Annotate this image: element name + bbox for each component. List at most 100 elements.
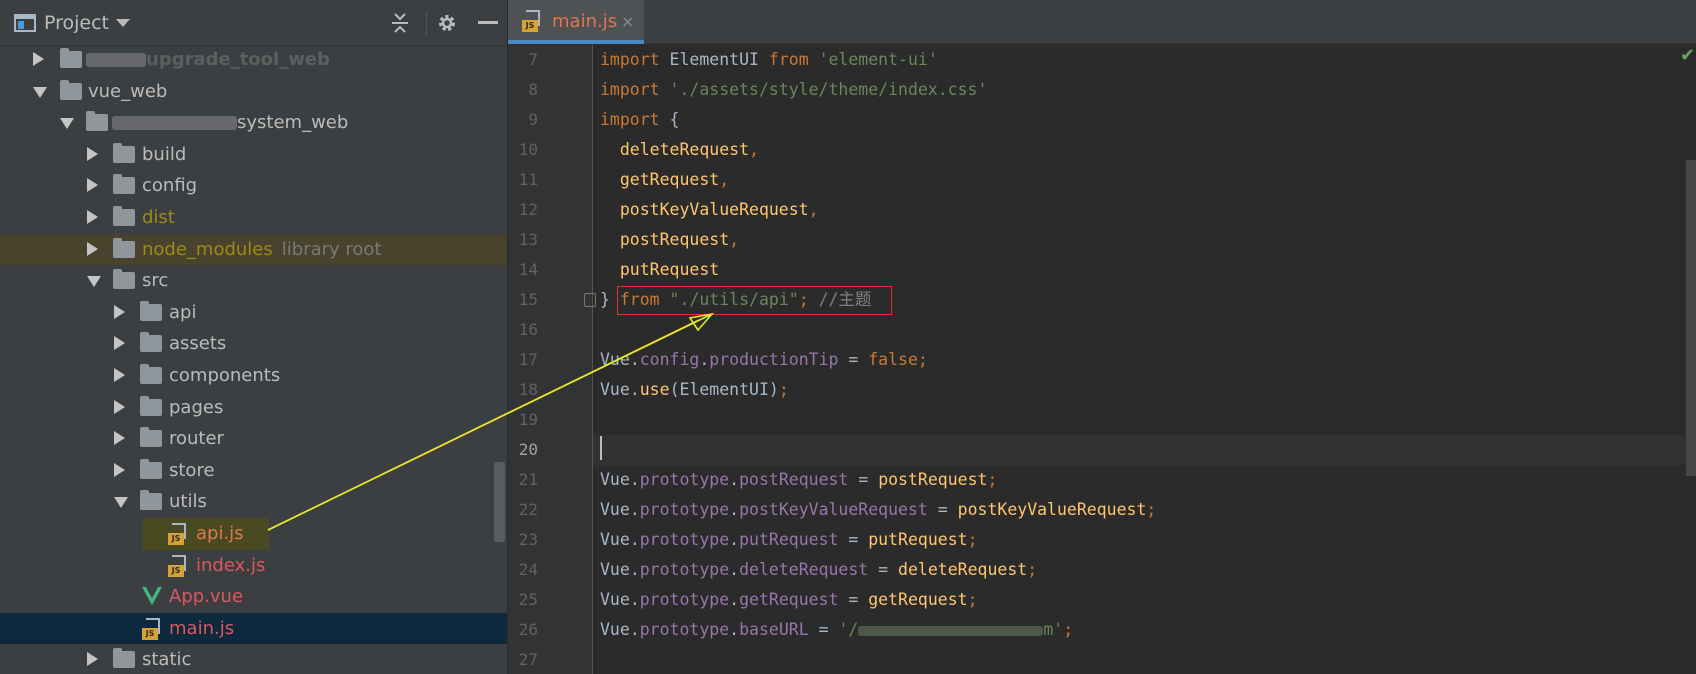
tree-item-label: index.js — [196, 554, 266, 576]
expand-arrow-icon[interactable] — [114, 399, 125, 414]
token: putRequest — [868, 530, 968, 549]
tree-item-label: App.vue — [169, 586, 244, 608]
expand-arrow-icon[interactable] — [114, 431, 125, 446]
tree-item-main-js[interactable]: JS main.js — [0, 612, 507, 645]
token: prototype — [639, 560, 730, 579]
collapse-all-icon[interactable] — [390, 10, 410, 36]
tree-item-api[interactable]: api — [0, 297, 507, 329]
token: . — [629, 350, 640, 369]
code-line-18[interactable]: Vue.use(ElementUI); — [600, 375, 789, 405]
header-divider — [426, 11, 427, 35]
code-line-8[interactable]: import './assets/style/theme/index.css' — [600, 75, 987, 105]
tree-item-label: utils — [169, 491, 207, 513]
close-icon[interactable]: × — [621, 8, 634, 36]
token: . — [629, 380, 640, 399]
token: ; — [987, 470, 998, 489]
token: prototype — [639, 470, 730, 489]
line-number: 11 — [518, 170, 538, 189]
token: 'element-ui' — [818, 50, 938, 69]
tree-item-label: vue_web — [88, 80, 168, 102]
line-number: 18 — [518, 380, 538, 399]
code-line-13[interactable]: postRequest, — [600, 225, 739, 255]
folder-icon — [113, 269, 135, 290]
tree-item-src[interactable]: src — [0, 265, 507, 297]
minimize-icon[interactable] — [478, 10, 498, 36]
code-line-23[interactable]: Vue.prototype.putRequest = putRequest; — [600, 525, 978, 555]
expand-arrow-icon[interactable] — [114, 304, 125, 319]
chevron-down-icon[interactable] — [116, 10, 130, 36]
tree-item-build[interactable]: build — [0, 139, 507, 171]
collapse-arrow-icon[interactable] — [33, 86, 47, 98]
tree-item-config[interactable]: config — [0, 170, 507, 202]
redacted-text — [112, 116, 237, 131]
tree-item-vue-web[interactable]: vue_web — [0, 76, 507, 108]
tree-item-store[interactable]: store — [0, 455, 507, 487]
tree-item-components[interactable]: components — [0, 360, 507, 392]
redacted-text — [86, 53, 146, 67]
line-number: 16 — [518, 320, 538, 339]
code-line-24[interactable]: Vue.prototype.deleteRequest = deleteRequ… — [600, 555, 1037, 585]
token: getRequest — [600, 170, 720, 189]
token: Vue — [600, 500, 630, 519]
fold-icon[interactable] — [584, 293, 596, 307]
token: , — [808, 200, 819, 219]
collapse-arrow-icon[interactable] — [87, 276, 101, 288]
project-scrollbar[interactable] — [494, 462, 505, 542]
folder-icon — [140, 458, 162, 479]
tree-item-api-js[interactable]: JS api.js — [0, 518, 507, 550]
token: = — [868, 560, 899, 579]
code-line-26[interactable]: Vue.prototype.baseURL = '/m'; — [600, 615, 1073, 645]
expand-arrow-icon[interactable] — [33, 52, 44, 66]
code-line-14[interactable]: putRequest — [600, 255, 719, 285]
editor-scrollbar[interactable] — [1686, 160, 1696, 476]
code-line-21[interactable]: Vue.prototype.postRequest = postRequest; — [600, 465, 997, 495]
tree-item-label: main.js — [169, 617, 235, 639]
code-line-7[interactable]: import ElementUI from 'element-ui' — [600, 45, 938, 75]
expand-arrow-icon[interactable] — [87, 178, 98, 193]
tree-item-router[interactable]: router — [0, 423, 507, 455]
editor-tab-bar: JS main.js × — [508, 0, 1696, 44]
tree-item-upgrade-tool-web[interactable]: upgrade_tool_web — [0, 44, 507, 76]
tree-item-index-js[interactable]: JS index.js — [0, 550, 507, 582]
gear-icon[interactable] — [436, 10, 458, 36]
line-number: 7 — [528, 50, 538, 69]
token: ; — [967, 590, 978, 609]
annotation-highlight-box — [617, 286, 892, 315]
code-line-11[interactable]: getRequest, — [600, 165, 729, 195]
expand-arrow-icon[interactable] — [114, 336, 125, 351]
tree-item-node-modules[interactable]: node_modules library root — [0, 233, 507, 266]
token: ; — [967, 530, 978, 549]
collapse-arrow-icon[interactable] — [60, 118, 74, 130]
expand-arrow-icon[interactable] — [87, 210, 98, 224]
expand-arrow-icon[interactable] — [87, 241, 98, 256]
tab-main-js[interactable]: JS main.js × — [508, 0, 644, 44]
code-line-22[interactable]: Vue.prototype.postKeyValueRequest = post… — [600, 495, 1156, 525]
collapse-arrow-icon[interactable] — [114, 497, 128, 509]
code-line-17[interactable]: Vue.config.productionTip = false; — [600, 345, 928, 375]
code-line-25[interactable]: Vue.prototype.getRequest = getRequest; — [600, 585, 978, 615]
tree-item-system-web[interactable]: system_web — [0, 107, 507, 139]
tree-item-dist[interactable]: dist — [0, 202, 507, 234]
folder-icon — [140, 300, 162, 321]
code-line-12[interactable]: postKeyValueRequest, — [600, 195, 819, 225]
tree-item-label: static — [142, 649, 192, 671]
project-window-icon[interactable] — [14, 10, 36, 36]
tree-item-static[interactable]: static — [0, 644, 507, 674]
expand-arrow-icon[interactable] — [114, 462, 125, 477]
token: { — [669, 110, 680, 129]
tree-item-assets[interactable]: assets — [0, 328, 507, 360]
expand-arrow-icon[interactable] — [87, 146, 98, 161]
tree-item-pages[interactable]: pages — [0, 392, 507, 424]
code-line-9[interactable]: import { — [600, 105, 679, 135]
project-title[interactable]: Project — [44, 10, 109, 36]
line-number: 23 — [518, 530, 538, 549]
code-editor[interactable]: JS main.js × 7 8 9 10 11 12 13 14 15 16 … — [508, 0, 1696, 674]
token: Vue — [600, 560, 630, 579]
code-line-10[interactable]: deleteRequest, — [600, 135, 759, 165]
tree-item-utils[interactable]: utils — [0, 486, 507, 518]
line-number: 22 — [518, 500, 538, 519]
tree-item-app-vue[interactable]: App.vue — [0, 581, 507, 613]
tree-item-label: store — [169, 459, 215, 481]
expand-arrow-icon[interactable] — [87, 652, 98, 667]
expand-arrow-icon[interactable] — [114, 368, 125, 382]
